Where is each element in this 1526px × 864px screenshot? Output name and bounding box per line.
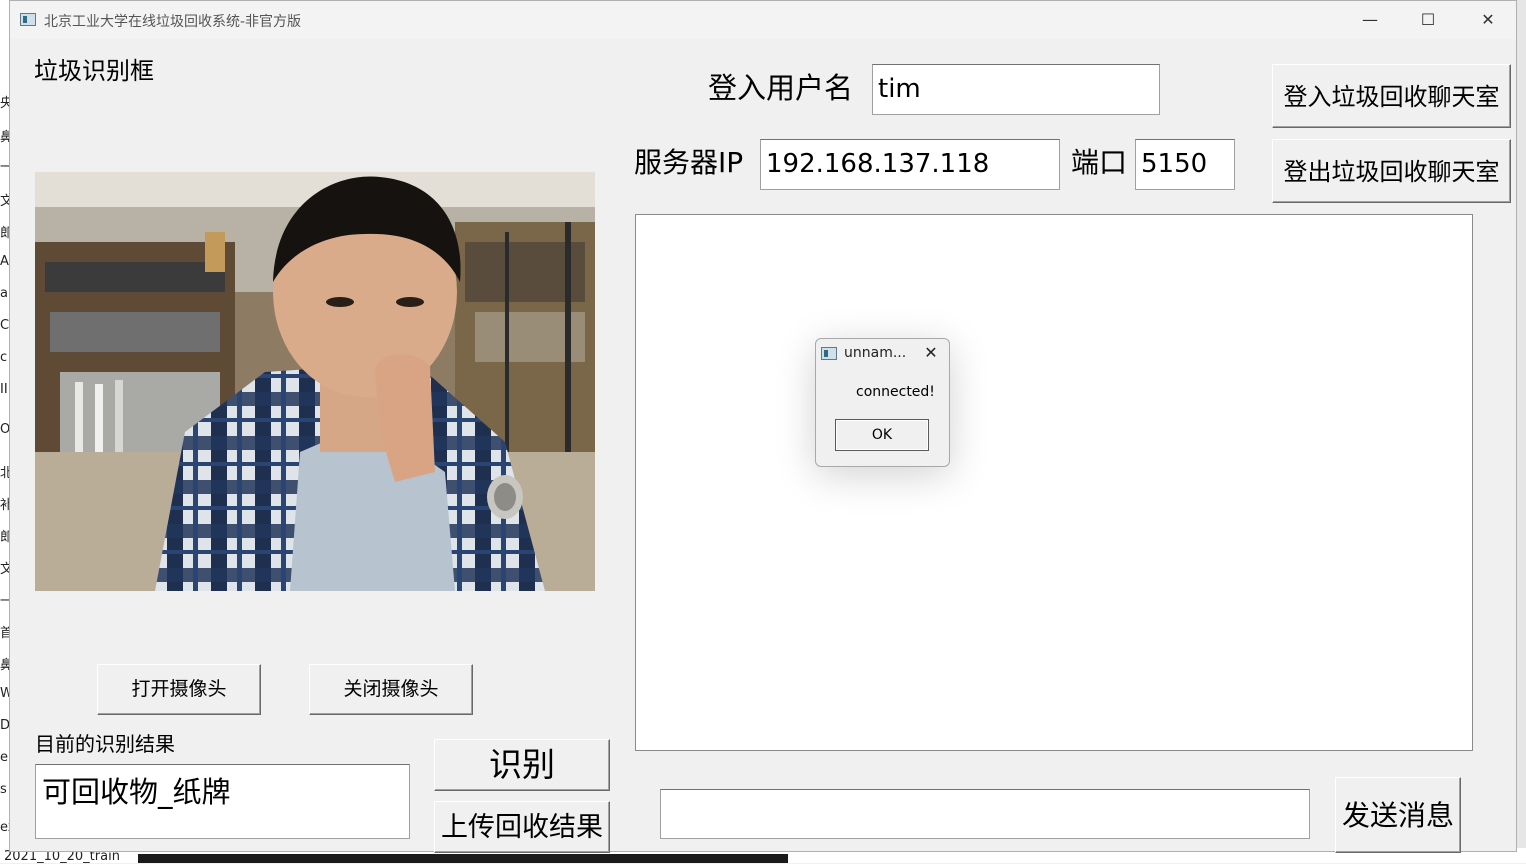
camera-image bbox=[35, 172, 595, 591]
username-label: 登入用户名 bbox=[708, 71, 854, 105]
bg-dark-bar bbox=[138, 854, 788, 863]
current-result-label: 目前的识别结果 bbox=[35, 732, 175, 756]
bg-char: A bbox=[0, 254, 9, 269]
app-icon bbox=[20, 13, 36, 26]
bg-char: a bbox=[0, 286, 8, 301]
chat-messages-area[interactable] bbox=[635, 214, 1473, 751]
bg-char: C bbox=[0, 318, 10, 333]
main-window: 北京工业大学在线垃圾回收系统-非官方版 — ☐ ✕ 垃圾识别框 打开摄像头 关闭… bbox=[9, 0, 1517, 853]
open-camera-button[interactable]: 打开摄像头 bbox=[97, 664, 261, 715]
bg-char: e bbox=[0, 750, 8, 765]
server-ip-input[interactable]: 192.168.137.118 bbox=[760, 139, 1060, 190]
close-camera-button[interactable]: 关闭摄像头 bbox=[309, 664, 473, 715]
dialog-app-icon bbox=[821, 347, 837, 360]
result-field[interactable]: 可回收物_纸牌 bbox=[35, 764, 410, 839]
message-dialog: unnam... ✕ connected! OK bbox=[815, 338, 950, 467]
title-bar[interactable]: 北京工业大学在线垃圾回收系统-非官方版 — ☐ ✕ bbox=[10, 1, 1516, 39]
bg-char: s bbox=[0, 782, 7, 797]
dialog-ok-button[interactable]: OK bbox=[835, 419, 929, 451]
port-label: 端口 bbox=[1071, 146, 1128, 179]
bg-char: II bbox=[0, 382, 8, 397]
port-input[interactable]: 5150 bbox=[1135, 139, 1235, 190]
recognize-button[interactable]: 识别 bbox=[434, 739, 610, 791]
logout-chat-button[interactable]: 登出垃圾回收聊天室 bbox=[1272, 139, 1511, 203]
camera-view bbox=[35, 172, 595, 591]
window-title: 北京工业大学在线垃圾回收系统-非官方版 bbox=[44, 14, 302, 30]
maximize-button[interactable]: ☐ bbox=[1408, 7, 1448, 33]
login-chat-button[interactable]: 登入垃圾回收聊天室 bbox=[1272, 64, 1511, 128]
username-input[interactable]: tim bbox=[872, 64, 1160, 115]
dialog-close-icon[interactable]: ✕ bbox=[920, 341, 942, 365]
message-input[interactable] bbox=[660, 789, 1310, 839]
recognition-frame-label: 垃圾识别框 bbox=[34, 57, 154, 85]
minimize-button[interactable]: — bbox=[1350, 7, 1390, 33]
upload-result-button[interactable]: 上传回收结果 bbox=[434, 801, 610, 853]
server-ip-label: 服务器IP bbox=[634, 146, 744, 179]
bg-char: c bbox=[0, 350, 8, 365]
dialog-title: unnam... bbox=[844, 345, 907, 361]
close-button[interactable]: ✕ bbox=[1468, 7, 1508, 33]
background-window-right bbox=[1516, 0, 1526, 863]
send-message-button[interactable]: 发送消息 bbox=[1335, 777, 1461, 853]
dialog-message: connected! bbox=[856, 384, 935, 400]
